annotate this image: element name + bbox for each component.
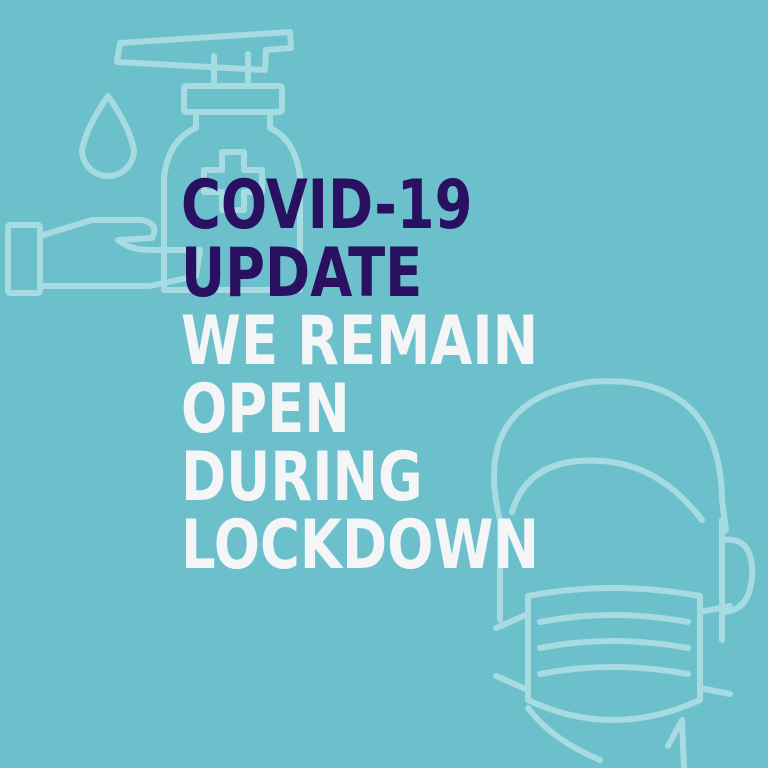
- message-we-remain: WE REMAIN: [181, 302, 539, 381]
- message-open: OPEN: [181, 370, 350, 449]
- message-during: DURING: [181, 438, 423, 517]
- headline-update: UPDATE: [181, 234, 423, 313]
- water-drop-icon: [79, 93, 137, 179]
- open-hand-icon: [5, 217, 203, 296]
- message-lockdown: LOCKDOWN: [181, 506, 539, 585]
- headline-covid-19: COVID-19: [181, 166, 473, 245]
- covid-update-graphic: { "colors": { "background": "#6bc0cb", "…: [0, 0, 768, 768]
- headline-block: COVID-19 UPDATE WE REMAIN OPEN DURING LO…: [181, 172, 628, 580]
